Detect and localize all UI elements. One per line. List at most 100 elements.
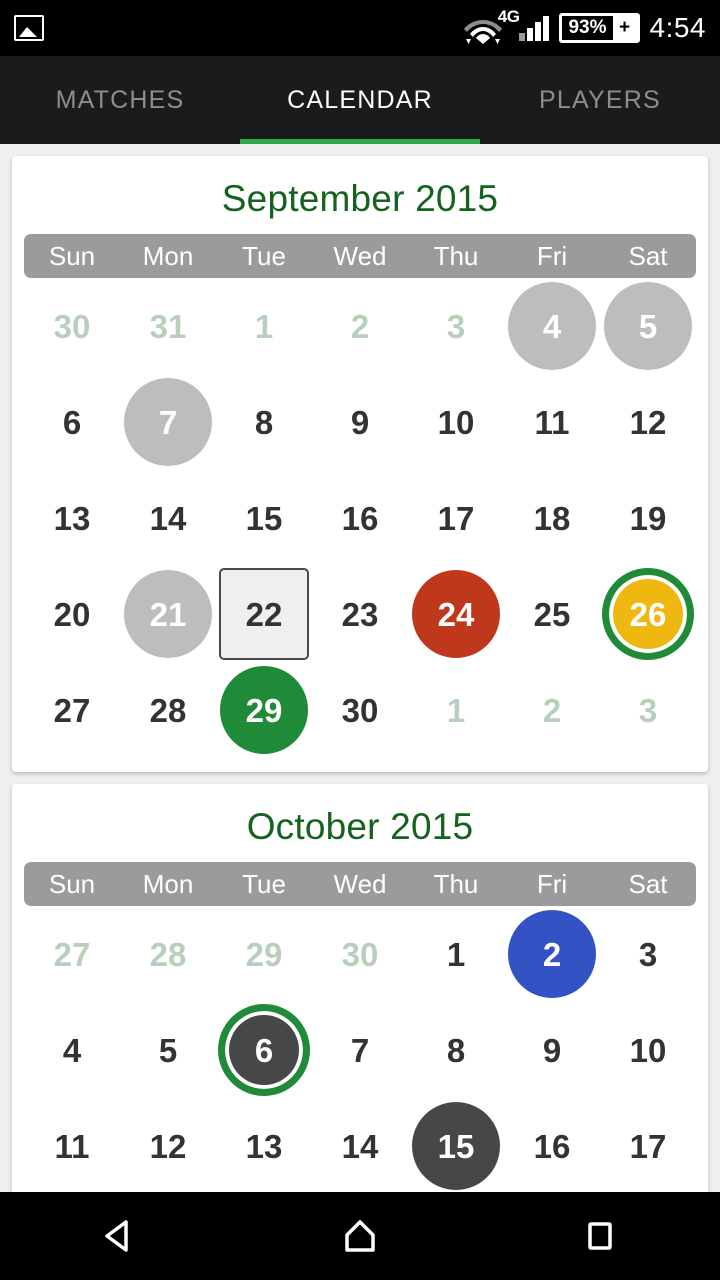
day-cell[interactable]: 16 <box>312 470 408 566</box>
day-cell[interactable]: 17 <box>600 1098 696 1192</box>
status-bar: 4G 93% + 4:54 <box>0 0 720 56</box>
day-cell[interactable]: 18 <box>504 470 600 566</box>
day-cell[interactable]: 24 <box>408 566 504 662</box>
day-number: 25 <box>533 595 571 633</box>
day-cell[interactable]: 7 <box>312 1002 408 1098</box>
day-cell[interactable]: 5 <box>120 1002 216 1098</box>
day-cell[interactable]: 26 <box>600 566 696 662</box>
day-cell[interactable]: 17 <box>408 470 504 566</box>
day-cell[interactable]: 1 <box>408 662 504 758</box>
day-cell[interactable]: 3 <box>600 662 696 758</box>
day-cell[interactable]: 27 <box>24 906 120 1002</box>
calendar-scroll-area[interactable]: September 2015 Sun Mon Tue Wed Thu Fri S… <box>0 144 720 1192</box>
day-cell[interactable]: 9 <box>504 1002 600 1098</box>
day-number: 2 <box>542 691 562 729</box>
tab-players[interactable]: PLAYERS <box>480 56 720 144</box>
day-cell[interactable]: 11 <box>504 374 600 470</box>
week-row: 4 5 6 7 8 9 10 <box>24 1002 696 1098</box>
day-cell[interactable]: 15 <box>216 470 312 566</box>
image-icon <box>14 15 44 41</box>
day-cell[interactable]: 10 <box>600 1002 696 1098</box>
day-cell[interactable]: 16 <box>504 1098 600 1192</box>
day-cell[interactable]: 27 <box>24 662 120 758</box>
tab-matches[interactable]: MATCHES <box>0 56 240 144</box>
week-row: 27 28 29 30 1 2 3 <box>24 906 696 1002</box>
day-number: 7 <box>158 403 178 441</box>
day-cell[interactable]: 30 <box>312 662 408 758</box>
day-cell[interactable]: 9 <box>312 374 408 470</box>
battery-percent-label: 93% <box>568 17 607 38</box>
day-cell[interactable]: 6 <box>24 374 120 470</box>
day-number: 30 <box>53 307 91 345</box>
day-cell[interactable]: 7 <box>120 374 216 470</box>
day-cell[interactable]: 1 <box>408 906 504 1002</box>
weekday-header-row: Sun Mon Tue Wed Thu Fri Sat <box>24 862 696 906</box>
charging-icon: + <box>612 16 637 40</box>
weekday-fri: Fri <box>536 868 568 899</box>
day-number: 2 <box>350 307 370 345</box>
day-cell[interactable]: 21 <box>120 566 216 662</box>
day-cell[interactable]: 31 <box>120 278 216 374</box>
day-cell[interactable]: 13 <box>216 1098 312 1192</box>
day-cell[interactable]: 28 <box>120 906 216 1002</box>
day-cell[interactable]: 28 <box>120 662 216 758</box>
day-cell[interactable]: 30 <box>24 278 120 374</box>
day-cell[interactable]: 4 <box>24 1002 120 1098</box>
month-grid: 30 31 1 2 3 4 5 6 7 8 9 10 11 12 13 14 15 16 17 18 19 20 21 22 2… <box>12 278 708 758</box>
day-cell[interactable]: 12 <box>120 1098 216 1192</box>
day-cell[interactable]: 4 <box>504 278 600 374</box>
day-cell[interactable]: 2 <box>504 662 600 758</box>
day-cell[interactable]: 8 <box>408 1002 504 1098</box>
day-number: 30 <box>341 691 379 729</box>
day-cell[interactable]: 29 <box>216 662 312 758</box>
day-cell[interactable]: 5 <box>600 278 696 374</box>
day-cell[interactable]: 30 <box>312 906 408 1002</box>
weekday-wed: Wed <box>333 240 387 271</box>
day-cell[interactable]: 22 <box>216 566 312 662</box>
day-cell[interactable]: 25 <box>504 566 600 662</box>
day-cell[interactable]: 3 <box>600 906 696 1002</box>
app-root: 4G 93% + 4:54 MATCHES CALENDAR PLAYERS S… <box>0 0 720 1280</box>
day-cell[interactable]: 2 <box>504 906 600 1002</box>
day-number: 3 <box>638 691 658 729</box>
home-icon[interactable] <box>300 1192 420 1280</box>
day-cell[interactable]: 23 <box>312 566 408 662</box>
day-cell[interactable]: 11 <box>24 1098 120 1192</box>
day-cell[interactable]: 8 <box>216 374 312 470</box>
weekday-mon: Mon <box>142 240 194 271</box>
day-cell[interactable]: 19 <box>600 470 696 566</box>
day-cell[interactable]: 1 <box>216 278 312 374</box>
day-number: 11 <box>534 403 570 441</box>
day-number: 14 <box>341 1127 379 1165</box>
day-number: 4 <box>542 307 562 345</box>
day-number: 5 <box>638 307 658 345</box>
network-type-label: 4G <box>497 7 520 26</box>
month-title: September 2015 <box>221 178 499 219</box>
status-bar-left <box>14 15 463 41</box>
day-number: 24 <box>437 595 475 633</box>
tab-calendar[interactable]: CALENDAR <box>240 56 480 144</box>
day-number: 31 <box>149 307 187 345</box>
recents-icon[interactable] <box>540 1192 660 1280</box>
day-cell[interactable]: 14 <box>312 1098 408 1192</box>
day-cell[interactable]: 14 <box>120 470 216 566</box>
day-cell[interactable]: 3 <box>408 278 504 374</box>
day-number: 8 <box>254 403 274 441</box>
day-cell[interactable]: 15 <box>408 1098 504 1192</box>
day-number: 3 <box>638 935 658 973</box>
day-cell[interactable]: 20 <box>24 566 120 662</box>
day-number: 15 <box>245 499 283 537</box>
day-number: 21 <box>149 595 187 633</box>
week-row: 6 7 8 9 10 11 12 <box>24 374 696 470</box>
day-cell[interactable]: 29 <box>216 906 312 1002</box>
day-number: 29 <box>245 935 283 973</box>
day-number: 13 <box>53 499 91 537</box>
day-cell[interactable]: 13 <box>24 470 120 566</box>
day-cell[interactable]: 6 <box>216 1002 312 1098</box>
day-cell[interactable]: 2 <box>312 278 408 374</box>
day-cell[interactable]: 10 <box>408 374 504 470</box>
day-cell[interactable]: 12 <box>600 374 696 470</box>
tab-bar: MATCHES CALENDAR PLAYERS <box>0 56 720 144</box>
day-number: 27 <box>53 935 91 973</box>
back-icon[interactable] <box>60 1192 180 1280</box>
